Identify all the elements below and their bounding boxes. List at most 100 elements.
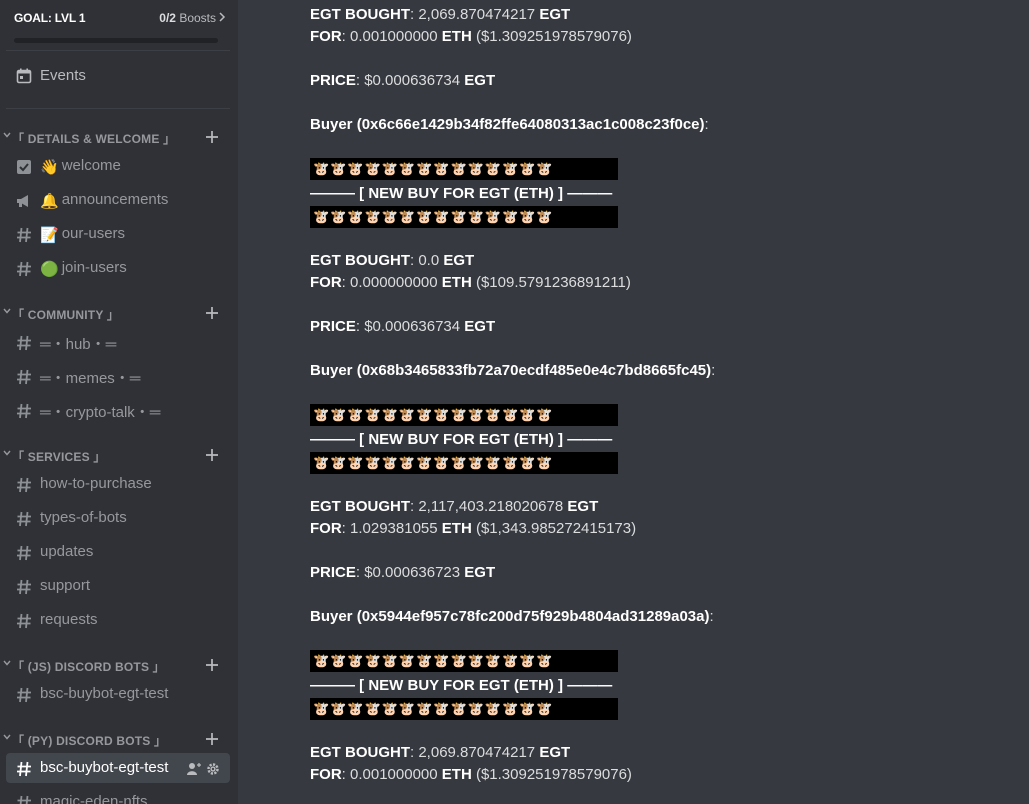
hashtag-icon [17, 261, 31, 277]
channel-actions [187, 763, 219, 775]
label: Buyer [310, 362, 353, 379]
label: FOR [310, 520, 342, 537]
channel-name: support [40, 577, 91, 594]
channel-name: join-users [61, 259, 127, 276]
goal-title: GOAL: LVL 1 [14, 11, 86, 25]
category-name: 「 (JS) DISCORD BOTS 」 [12, 660, 165, 674]
category-services[interactable]: 「 SERVICES 」 [0, 445, 238, 465]
channel-label: 👋 welcome [40, 157, 121, 176]
for-line: FOR: 1.029381055 ETH ($1,343.98527241517… [310, 520, 637, 537]
category-py-discord-bots[interactable]: 「 (PY) DISCORD BOTS 」 [0, 729, 238, 749]
value: 0.001000000 [350, 28, 438, 45]
label: EGT BOUGHT [310, 744, 410, 761]
for-line: FOR: 0.001000000 ETH ($1.309251978579076… [310, 766, 632, 783]
channel-support[interactable]: support [6, 571, 230, 601]
egt-bought-line: EGT BOUGHT: 2,069.870474217 EGT [310, 6, 571, 23]
usd-value: ($1.309251978579076) [475, 766, 632, 783]
category-name: 「 COMMUNITY 」 [12, 308, 120, 322]
channel-crypto-talk[interactable]: ═・crypto-talk・═ [6, 395, 230, 425]
for-line: FOR: 0.000000000 ETH ($109.5791236891211… [310, 274, 631, 291]
value: 2,069.870474217 [418, 744, 536, 761]
channel-hub[interactable]: ═・hub・═ [6, 327, 230, 357]
unit: EGT [464, 72, 496, 89]
channel-join-users[interactable]: 🟢 join-users [6, 253, 230, 283]
hashtag-icon [17, 613, 31, 629]
add-channel-icon[interactable] [204, 129, 220, 145]
channel-name: how-to-purchase [40, 475, 152, 492]
channel-name: bsc-buybot-egt-test [40, 759, 169, 776]
channel-updates[interactable]: updates [6, 537, 230, 567]
hashtag-icon [17, 545, 31, 561]
category-name: 「 DETAILS & WELCOME 」 [12, 132, 176, 146]
buyer-line: Buyer (0x68b3465833fb72a70ecdf485e0e4c7b… [310, 362, 716, 379]
channel-name: our-users [61, 225, 126, 242]
gear-icon[interactable] [207, 763, 219, 775]
wave-emoji: 👋 [40, 159, 59, 176]
hashtag-icon [17, 477, 31, 493]
calendar-icon [16, 68, 32, 84]
usd-value: ($109.5791236891211) [475, 274, 631, 291]
add-channel-icon[interactable] [204, 731, 220, 747]
emoji-row: 🐮🐮🐮🐮🐮🐮🐮🐮🐮🐮🐮🐮🐮🐮 [313, 653, 554, 668]
channel-js-bsc-buybot-egt-test[interactable]: bsc-buybot-egt-test [6, 679, 230, 709]
channel-name: welcome [61, 157, 121, 174]
label: PRICE [310, 72, 356, 89]
goal-boosts: 0/2 Boosts [159, 11, 216, 25]
channel-welcome[interactable]: 👋 welcome [6, 151, 230, 181]
chevron-right-icon [219, 12, 226, 22]
emoji-banner-top: 🐮🐮🐮🐮🐮🐮🐮🐮🐮🐮🐮🐮🐮🐮 [310, 404, 618, 426]
label: FOR [310, 28, 342, 45]
egt-bought-line: EGT BOUGHT: 2,117,403.218020678 EGT [310, 498, 599, 515]
hashtag-icon [17, 795, 31, 804]
hashtag-icon [17, 227, 31, 243]
chevron-down-icon [3, 734, 11, 740]
channel-requests[interactable]: requests [6, 605, 230, 635]
value: 2,117,403.218020678 [418, 498, 564, 515]
value: $0.000636734 [364, 318, 461, 335]
channel-magic-eden-nfts[interactable]: magic-eden-nfts [6, 787, 230, 804]
goal-progress-bar [14, 38, 218, 43]
events-item[interactable]: Events [6, 60, 230, 92]
channel-py-bsc-buybot-egt-test[interactable]: bsc-buybot-egt-test [6, 753, 230, 783]
hashtag-icon [17, 579, 31, 595]
buyer-address: (0x68b3465833fb72a70ecdf485e0e4c7bd8665f… [356, 362, 712, 379]
label: PRICE [310, 564, 356, 581]
unit: EGT [539, 744, 571, 761]
emoji-row: 🐮🐮🐮🐮🐮🐮🐮🐮🐮🐮🐮🐮🐮🐮 [313, 455, 554, 470]
channel-our-users[interactable]: 📝 our-users [6, 219, 230, 249]
channel-name: bsc-buybot-egt-test [40, 685, 169, 702]
invite-members-icon[interactable] [187, 763, 201, 775]
usd-value: ($1,343.985272415173) [475, 520, 637, 537]
category-js-discord-bots[interactable]: 「 (JS) DISCORD BOTS 」 [0, 655, 238, 675]
boost-goal[interactable]: GOAL: LVL 1 0/2 Boosts [0, 0, 238, 50]
buyer-address: (0x6c66e1429b34f82ffe64080313ac1c008c23f… [356, 116, 705, 133]
unit: ETH [441, 28, 472, 45]
label: Buyer [310, 608, 353, 625]
category-name: 「 SERVICES 」 [12, 450, 106, 464]
hashtag-icon [17, 335, 31, 351]
add-channel-icon[interactable] [204, 447, 220, 463]
channel-types-of-bots[interactable]: types-of-bots [6, 503, 230, 533]
new-buy-title: ——— [ NEW BUY FOR EGT (ETH) ] ——— [310, 431, 613, 448]
new-buy-title: ——— [ NEW BUY FOR EGT (ETH) ] ——— [310, 185, 613, 202]
emoji-banner-top: 🐮🐮🐮🐮🐮🐮🐮🐮🐮🐮🐮🐮🐮🐮 [310, 158, 618, 180]
price-line: PRICE: $0.000636734 EGT [310, 72, 496, 89]
channel-name: updates [40, 543, 94, 560]
category-community[interactable]: 「 COMMUNITY 」 [0, 303, 238, 323]
add-channel-icon[interactable] [204, 305, 220, 321]
boosts-count: 0/2 [159, 11, 176, 25]
emoji-banner-bottom: 🐮🐮🐮🐮🐮🐮🐮🐮🐮🐮🐮🐮🐮🐮 [310, 698, 618, 720]
category-details-welcome[interactable]: 「 DETAILS & WELCOME 」 [0, 127, 238, 147]
chevron-down-icon [3, 132, 11, 138]
emoji-row: 🐮🐮🐮🐮🐮🐮🐮🐮🐮🐮🐮🐮🐮🐮 [313, 701, 554, 716]
label: EGT BOUGHT [310, 252, 410, 269]
channel-announcements[interactable]: 🔔 announcements [6, 185, 230, 215]
bell-emoji: 🔔 [40, 193, 59, 210]
unit: EGT [567, 498, 599, 515]
channel-how-to-purchase[interactable]: how-to-purchase [6, 469, 230, 499]
value: $0.000636723 [364, 564, 461, 581]
buyer-address: (0x5944ef957c78fc200d75f929b4804ad31289a… [356, 608, 710, 625]
add-channel-icon[interactable] [204, 657, 220, 673]
channel-memes[interactable]: ═・memes・═ [6, 361, 230, 391]
hashtag-icon [17, 761, 31, 777]
